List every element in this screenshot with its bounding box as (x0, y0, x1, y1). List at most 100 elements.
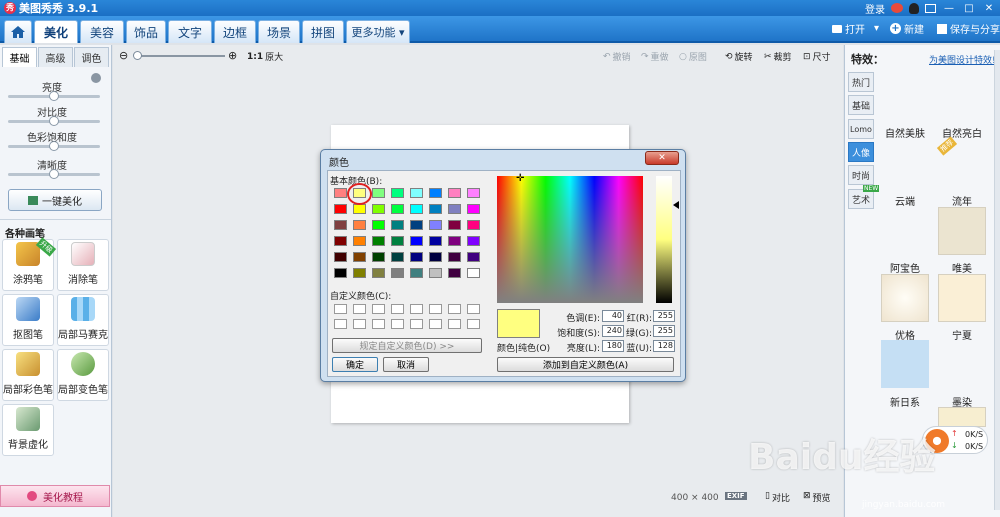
color-swatch[interactable] (429, 236, 442, 246)
luminance-bar[interactable] (656, 176, 672, 303)
tab-portrait[interactable]: 人像 (848, 142, 874, 162)
color-swatch[interactable] (429, 188, 442, 198)
custom-color-slot[interactable] (448, 304, 461, 314)
custom-color-slot[interactable] (448, 319, 461, 329)
redo-button[interactable]: ↷ 重做 (641, 50, 669, 64)
color-swatch[interactable] (353, 204, 366, 214)
add-to-custom-colors-button[interactable]: 添加到自定义颜色(A) (497, 357, 674, 372)
color-swatch[interactable] (372, 204, 385, 214)
cancel-button[interactable]: 取消 (383, 357, 429, 372)
green-field[interactable]: 255 (653, 325, 675, 337)
dialog-close-button[interactable]: ✕ (645, 151, 679, 165)
tab-color-tune[interactable]: 调色 (74, 47, 109, 67)
hue-field[interactable]: 40 (602, 310, 624, 322)
color-swatch[interactable] (334, 252, 347, 262)
color-swatch[interactable] (334, 268, 347, 278)
color-swatch[interactable] (410, 220, 423, 230)
one-click-beautify-button[interactable]: 一键美化 (8, 189, 102, 211)
color-swatch[interactable] (448, 252, 461, 262)
local-recolor-brush-button[interactable]: 局部变色笔 (57, 349, 109, 401)
color-swatch[interactable] (467, 252, 480, 262)
custom-color-slot[interactable] (467, 304, 480, 314)
color-swatch[interactable] (391, 188, 404, 198)
slider-knob[interactable] (49, 116, 59, 126)
effect-natural-brighten[interactable]: 自然亮白 (938, 125, 986, 140)
custom-color-slot[interactable] (334, 304, 347, 314)
color-swatch[interactable] (448, 204, 461, 214)
color-swatch[interactable] (391, 236, 404, 246)
contrast-slider[interactable] (8, 116, 100, 126)
color-swatch[interactable] (391, 204, 404, 214)
color-swatch[interactable] (448, 220, 461, 230)
skin-icon[interactable] (925, 3, 936, 13)
slider-knob[interactable] (49, 169, 59, 179)
color-swatch[interactable] (410, 236, 423, 246)
tab-advanced[interactable]: 高级 (38, 47, 73, 67)
undo-button[interactable]: ↶ 撤销 (603, 50, 631, 64)
crop-button[interactable]: ✂ 裁剪 (764, 50, 792, 64)
color-swatch[interactable] (429, 252, 442, 262)
color-swatch[interactable] (334, 220, 347, 230)
color-swatch[interactable] (467, 236, 480, 246)
effect-thumbnail[interactable] (881, 340, 929, 388)
color-swatch[interactable] (353, 252, 366, 262)
crosshair-icon[interactable]: ✛ (516, 174, 524, 184)
custom-color-slot[interactable] (353, 304, 366, 314)
effect-cloud[interactable]: 云端 (881, 193, 929, 208)
saturation-field[interactable]: 240 (602, 325, 624, 337)
tab-border[interactable]: 边框 (214, 20, 256, 43)
effect-fleeting-years[interactable]: 流年 (938, 193, 986, 208)
zoom-knob[interactable] (133, 51, 142, 60)
qq-icon[interactable] (909, 2, 919, 14)
scrollbar[interactable] (994, 50, 1000, 510)
color-swatch[interactable] (372, 268, 385, 278)
tab-popular[interactable]: 热门 (848, 72, 874, 92)
custom-color-slot[interactable] (429, 304, 442, 314)
effect-ningxia[interactable]: 宁夏 (938, 327, 986, 342)
zoom-in-icon[interactable]: ⊕ (228, 49, 237, 62)
color-swatch[interactable] (353, 220, 366, 230)
color-swatch[interactable] (353, 268, 366, 278)
custom-color-slot[interactable] (467, 319, 480, 329)
color-swatch[interactable] (410, 268, 423, 278)
color-swatch[interactable] (334, 188, 347, 198)
luminance-arrow-icon[interactable] (673, 201, 679, 209)
saturation-slider[interactable] (8, 141, 100, 151)
effect-aesthetic[interactable]: 唯美 (938, 260, 986, 275)
custom-color-slot[interactable] (391, 304, 404, 314)
custom-color-slot[interactable] (353, 319, 366, 329)
login-link[interactable]: 登录 (865, 1, 885, 16)
custom-color-slot[interactable] (410, 319, 423, 329)
tab-scene[interactable]: 场景 (258, 20, 300, 43)
compare-button[interactable]: ▯ 对比 (765, 491, 790, 504)
maximize-button[interactable]: □ (962, 2, 976, 14)
slider-knob[interactable] (49, 91, 59, 101)
eraser-button[interactable]: 消除笔 (57, 239, 109, 291)
zoom-out-icon[interactable]: ⊖ (119, 49, 128, 62)
ok-button[interactable]: 确定 (332, 357, 378, 372)
tab-art[interactable]: 艺术 (848, 189, 874, 209)
color-swatch[interactable] (391, 268, 404, 278)
color-swatch[interactable] (334, 236, 347, 246)
cutout-brush-button[interactable]: 抠图笔 (2, 294, 54, 346)
color-swatch[interactable] (467, 220, 480, 230)
new-button[interactable]: + 新建 (890, 21, 924, 36)
tab-beautify[interactable]: 美化 (34, 20, 78, 43)
color-swatch[interactable] (353, 236, 366, 246)
local-color-brush-button[interactable]: 局部彩色笔 (2, 349, 54, 401)
sharpness-slider[interactable] (8, 169, 100, 179)
color-swatch[interactable] (391, 252, 404, 262)
color-swatch[interactable] (467, 204, 480, 214)
exif-button[interactable]: EXIF (725, 492, 747, 500)
actual-size-button[interactable]: 1:1 原大 (247, 50, 283, 64)
define-custom-colors-button[interactable]: 规定自定义颜色(D) >> (332, 338, 482, 353)
effect-thumbnail[interactable] (881, 274, 929, 322)
color-swatch[interactable] (429, 204, 442, 214)
tab-fashion[interactable]: 时尚 (848, 165, 874, 185)
home-button[interactable] (4, 20, 32, 43)
blue-field[interactable]: 128 (653, 340, 675, 352)
color-swatch[interactable] (429, 220, 442, 230)
save-share-button[interactable]: 保存与分享 (937, 21, 1000, 36)
tab-lomo[interactable]: Lomo (848, 119, 874, 139)
custom-color-slot[interactable] (391, 319, 404, 329)
